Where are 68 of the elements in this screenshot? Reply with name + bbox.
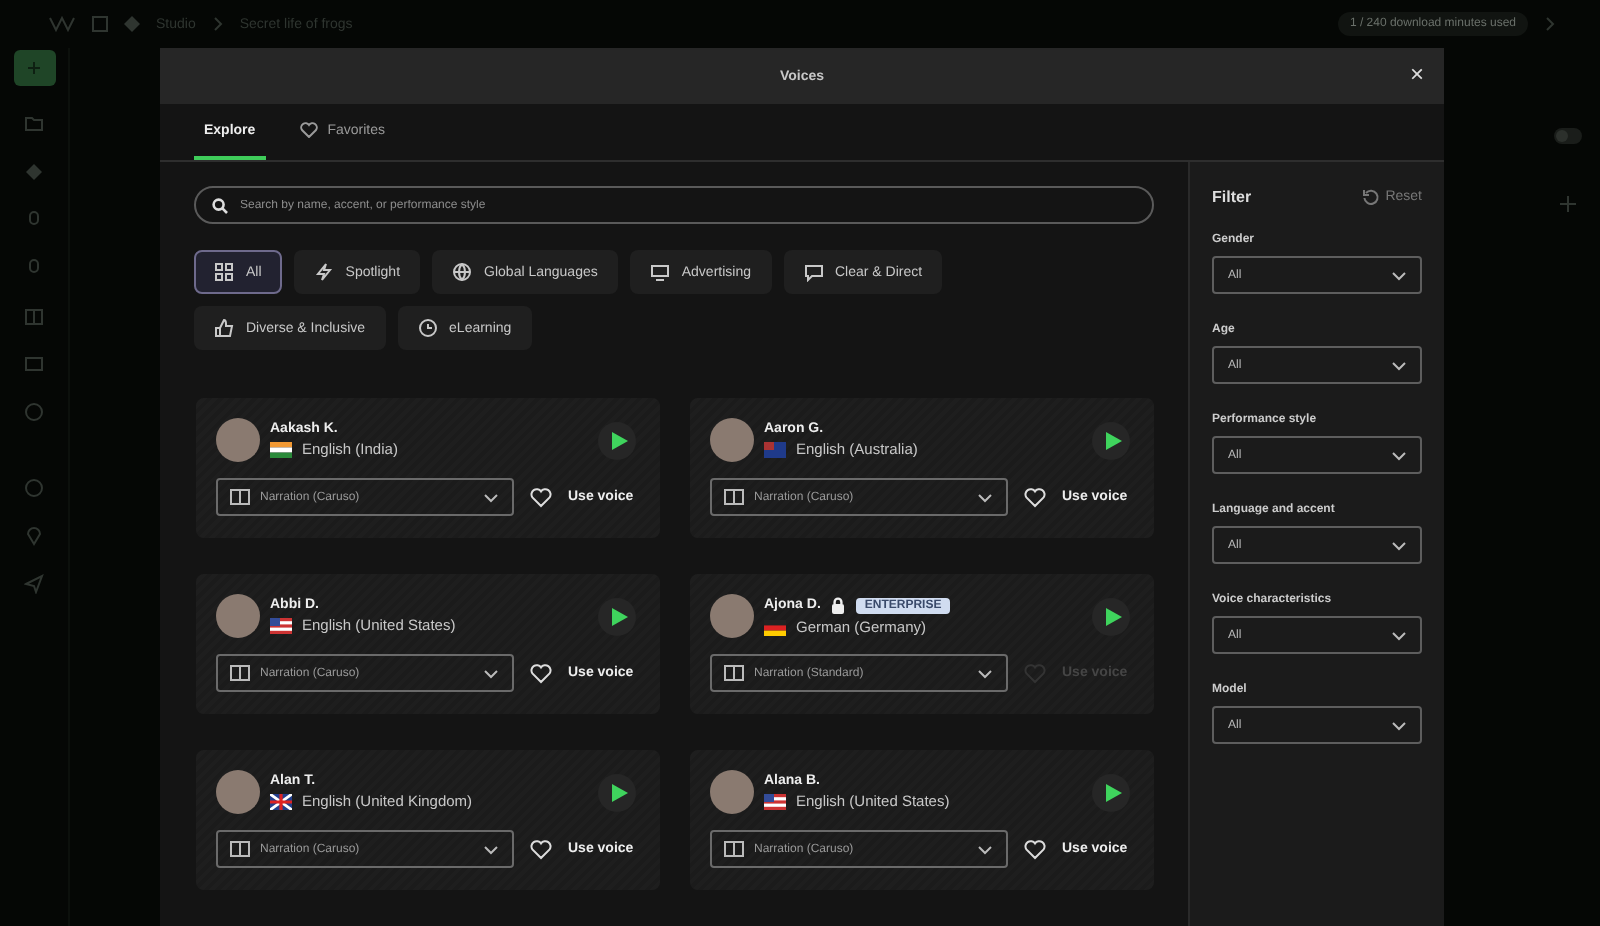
chevron-down-icon [1390,627,1408,643]
reset-icon [1361,188,1380,206]
chevron-down-icon [1390,447,1408,463]
play-icon [1105,607,1121,625]
chevron-down-icon [976,665,994,681]
logo-icon [48,16,76,32]
search-icon [212,197,228,213]
chevron-down-icon [976,489,994,505]
play-button[interactable] [598,421,636,459]
play-icon [1105,431,1121,449]
send-icon[interactable] [24,574,44,594]
toggle-switch[interactable] [1554,128,1582,144]
avatar-placeholder [216,418,260,462]
play-button[interactable] [598,773,636,811]
play-button[interactable] [1092,597,1130,635]
thumbs-up-icon [214,318,234,338]
play-button[interactable] [598,597,636,635]
globe-icon [452,262,473,282]
chevron-down-icon [482,489,500,505]
plus-icon[interactable] [1560,196,1576,212]
chevron-down-icon [1390,537,1408,553]
diamond-icon[interactable] [24,162,44,182]
avatar-placeholder [216,770,260,814]
avatar-placeholder [710,770,754,814]
book-icon [230,488,250,506]
book-icon [230,840,250,858]
play-button[interactable] [1092,421,1130,459]
speech-bubble-icon [803,262,823,282]
book-icon [724,840,744,858]
book-icon [724,664,744,682]
avatar-placeholder [710,418,754,462]
filter-title: Filter [1212,188,1252,206]
chevron-down-icon [1390,267,1408,283]
clock-icon [417,318,438,338]
book-icon [230,664,250,682]
lightning-icon [313,262,334,282]
close-button[interactable]: × [1405,62,1428,86]
flag-icon [270,793,292,809]
chevron-down-icon [1390,357,1408,373]
avatar-placeholder [710,594,754,638]
flag-icon [764,793,786,809]
folder-icon[interactable] [24,114,44,134]
chevron-icon [1544,16,1556,32]
flag-icon [764,441,786,457]
chevron-icon [211,16,224,32]
chevron-down-icon [1390,717,1408,733]
play-button[interactable] [1092,773,1130,811]
new-button[interactable] [13,50,55,86]
chevron-down-icon [976,841,994,857]
grid-icon [214,262,234,282]
diamond-icon [124,16,140,32]
plus-icon [26,60,42,76]
monitor-icon [649,262,670,282]
book-icon [724,488,744,506]
flag-icon [270,441,292,457]
heart-icon [299,122,318,138]
play-icon [1105,783,1121,801]
pin-icon[interactable] [24,526,44,546]
play-icon [611,607,627,625]
flag-icon [764,619,786,635]
lock-icon [830,596,847,614]
chevron-down-icon [482,841,500,857]
flag-icon [270,617,292,633]
book-icon[interactable] [24,306,44,326]
play-icon [611,431,627,449]
avatar-placeholder [216,594,260,638]
chevron-down-icon [482,665,500,681]
play-icon [611,783,627,801]
